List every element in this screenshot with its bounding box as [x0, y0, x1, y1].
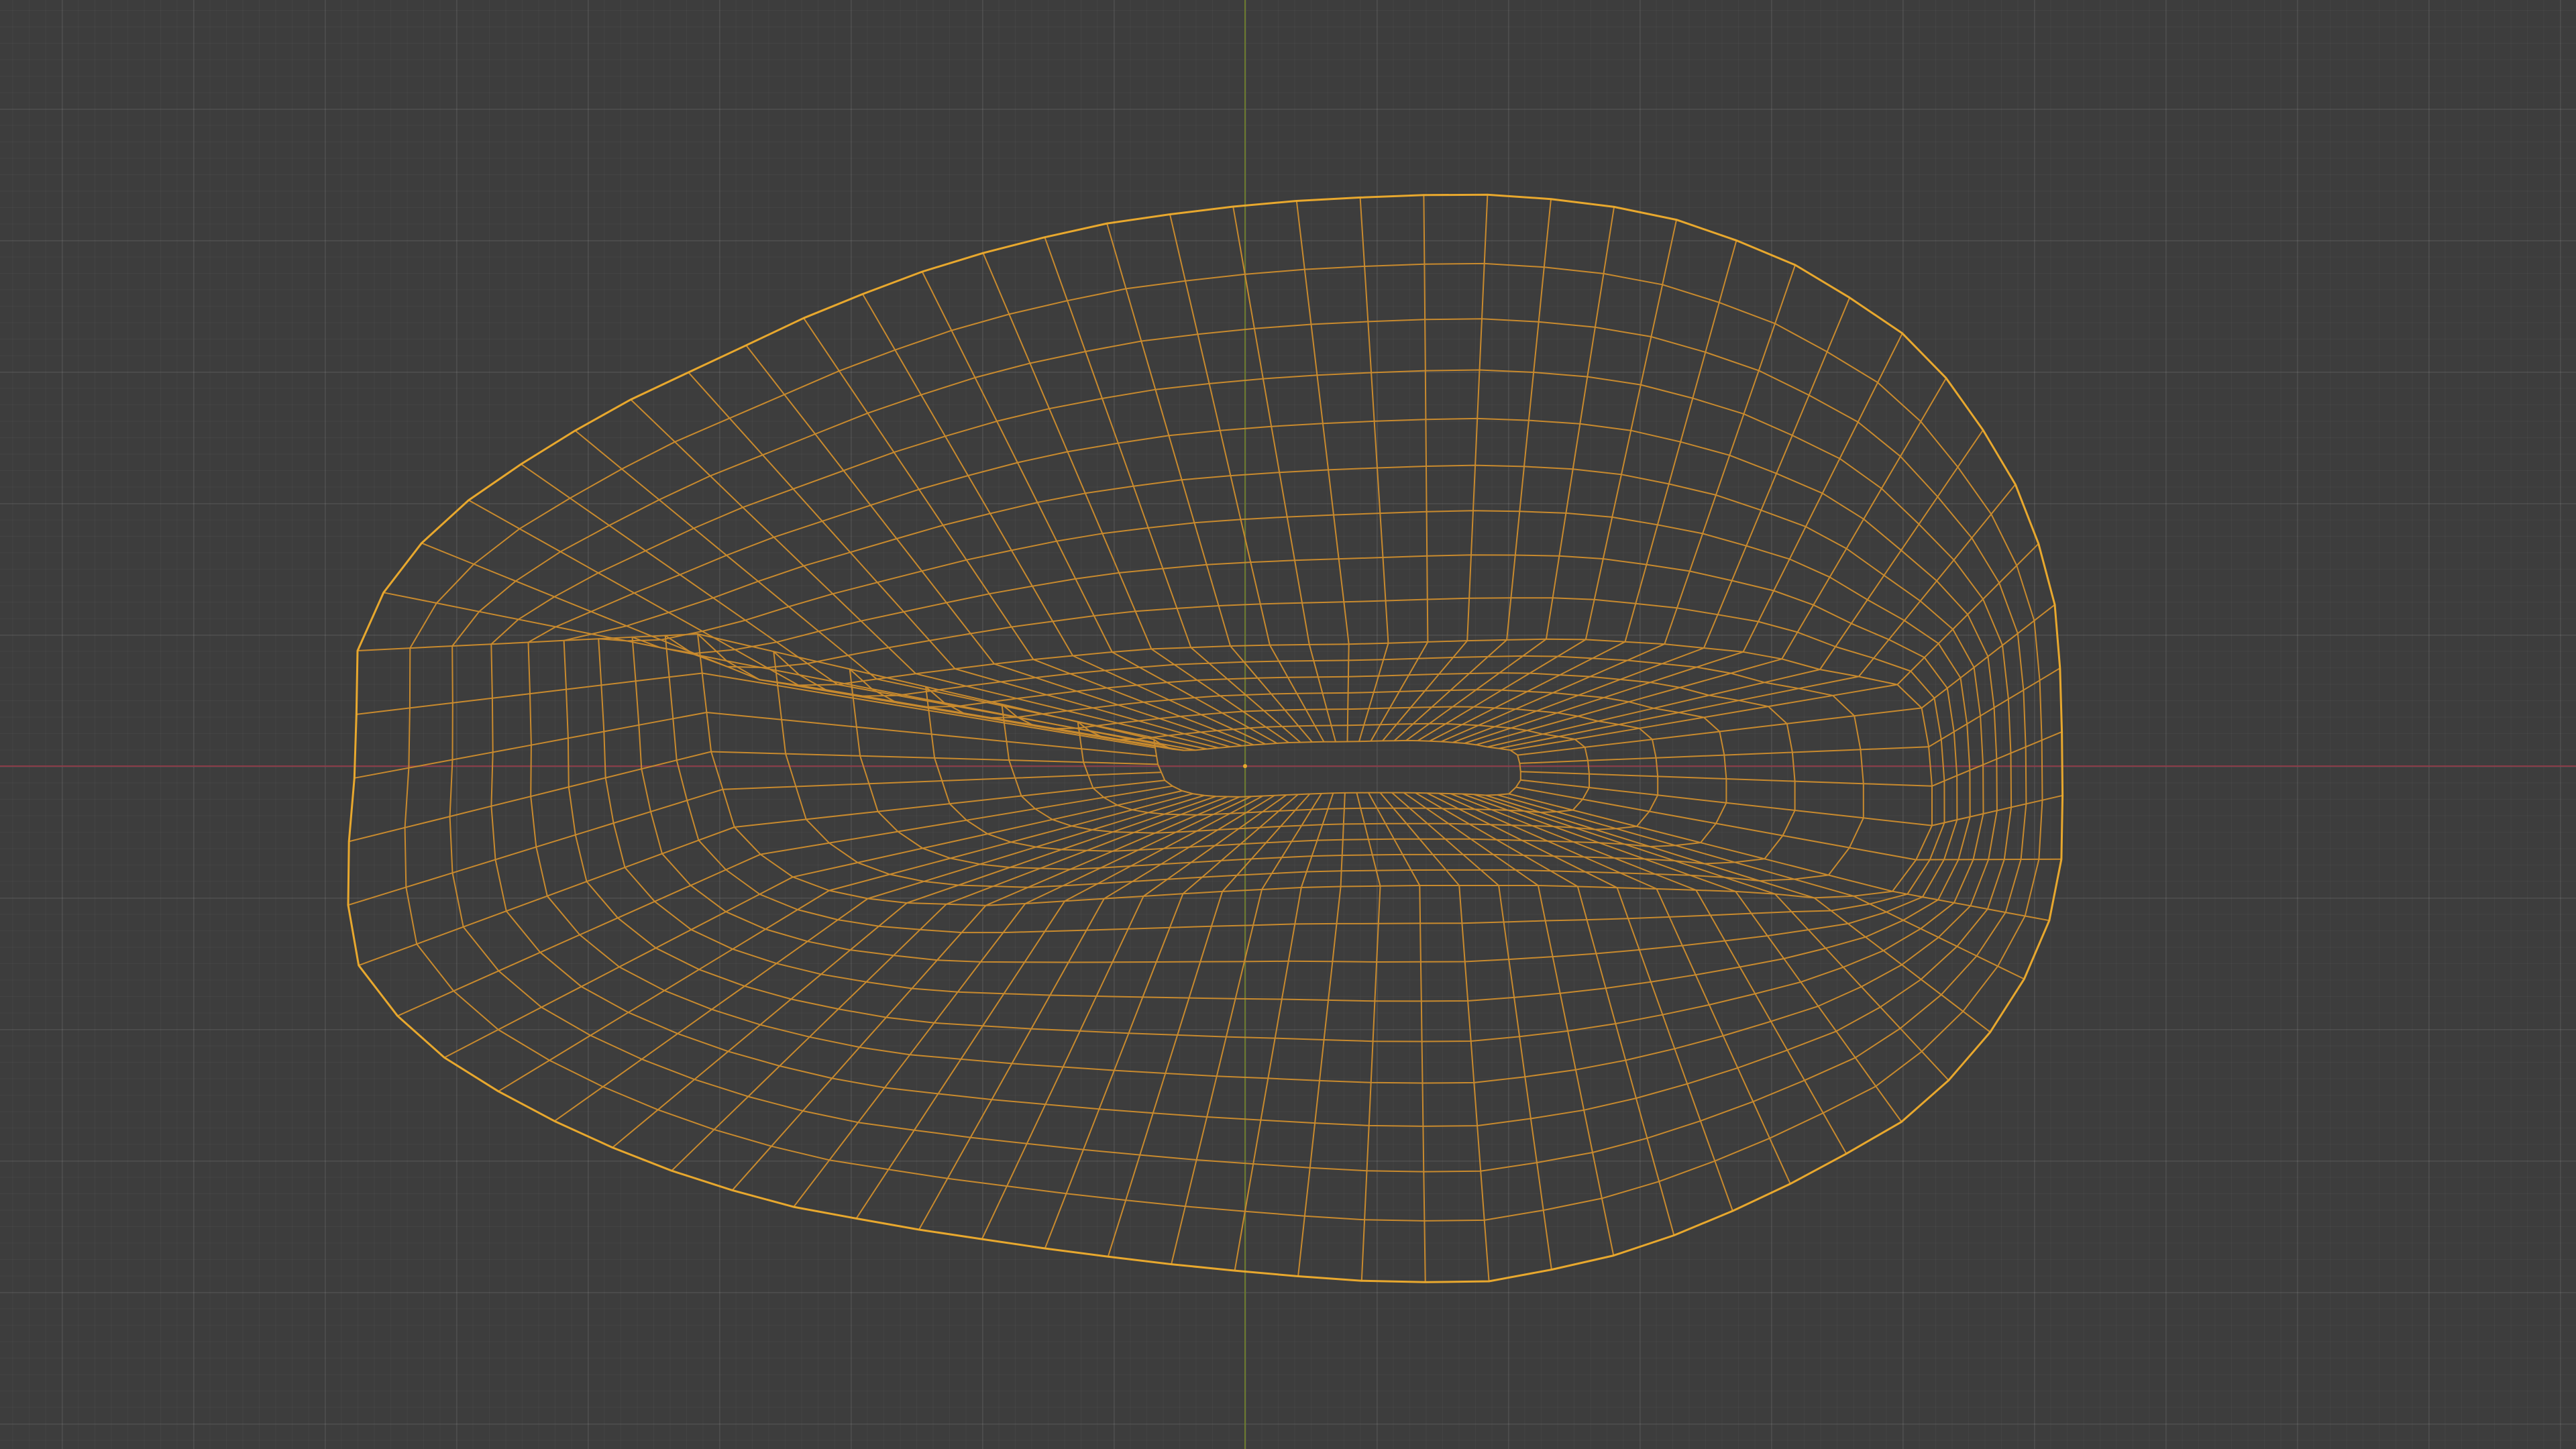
mesh-edge-spoke[interactable] — [1519, 667, 2061, 764]
mesh-edge-spoke[interactable] — [1476, 378, 1947, 746]
mesh-edge-spoke[interactable] — [1452, 297, 1851, 743]
mesh-edge-spoke[interactable] — [1464, 333, 1903, 744]
mesh-edge-spoke[interactable] — [1368, 792, 1426, 1283]
mesh-edge-loop[interactable] — [449, 318, 2027, 1173]
mesh-edge-spoke[interactable] — [793, 796, 1252, 1208]
mesh-edge-spoke[interactable] — [347, 771, 1162, 906]
mesh-outline[interactable] — [347, 193, 2064, 1283]
mesh-edge-spoke[interactable] — [1044, 794, 1299, 1249]
mesh-edge-loop[interactable] — [490, 369, 2012, 1127]
object-origin-dot[interactable] — [1243, 764, 1247, 768]
mesh-edge-spoke[interactable] — [862, 293, 1266, 745]
mesh-edge-spoke[interactable] — [612, 796, 1217, 1148]
mesh-edge-spoke[interactable] — [348, 751, 1159, 843]
mesh-edge-spoke[interactable] — [443, 790, 1183, 1059]
mesh-edge-loop[interactable] — [598, 510, 1971, 1002]
mesh-edge-spoke[interactable] — [1417, 219, 1678, 741]
mesh-edge-spoke[interactable] — [1234, 792, 1334, 1271]
mesh-edge-loop[interactable] — [1001, 703, 1659, 834]
mesh-edge-spoke[interactable] — [354, 712, 1157, 779]
mesh-edge-spoke[interactable] — [1297, 792, 1346, 1277]
mesh-edge-spoke[interactable] — [1473, 794, 1949, 1081]
mesh-edge-spoke[interactable] — [1405, 207, 1615, 741]
mesh-edge-spoke[interactable] — [1169, 214, 1325, 743]
mesh-edge-spoke[interactable] — [356, 672, 1156, 749]
mesh-edge-spoke[interactable] — [855, 795, 1264, 1219]
mesh-edge-spoke[interactable] — [357, 633, 1155, 741]
mesh-edge-spoke[interactable] — [921, 271, 1278, 744]
mesh-edge-loop[interactable] — [404, 262, 2043, 1222]
mesh-edge-spoke[interactable] — [1107, 793, 1311, 1257]
mesh-edge-spoke[interactable] — [358, 780, 1165, 967]
mesh-edge-spoke[interactable] — [745, 345, 1242, 747]
mesh-edge-loop[interactable] — [697, 633, 1933, 906]
3d-viewport[interactable] — [0, 0, 2576, 1449]
mesh-edge-spoke[interactable] — [1520, 731, 2062, 787]
mesh-edge-loop[interactable] — [1153, 739, 1521, 798]
mesh-edge-spoke[interactable] — [1356, 792, 1381, 1281]
mesh-edge-spoke[interactable] — [498, 793, 1193, 1092]
mesh-edge-spoke[interactable] — [671, 796, 1228, 1171]
mesh-edge-spoke[interactable] — [1379, 792, 1490, 1282]
mesh-edge-loop[interactable] — [664, 597, 1945, 934]
mesh-edge-spoke[interactable] — [1391, 792, 1552, 1270]
mesh-edge-spoke[interactable] — [982, 252, 1289, 743]
mesh-edge-spoke[interactable] — [1403, 792, 1615, 1256]
mesh-edge-spoke[interactable] — [554, 794, 1205, 1122]
mesh-edge-loop[interactable] — [631, 554, 1958, 963]
viewport-scene[interactable] — [0, 0, 2576, 1449]
mesh-wireframe[interactable] — [347, 195, 2063, 1283]
